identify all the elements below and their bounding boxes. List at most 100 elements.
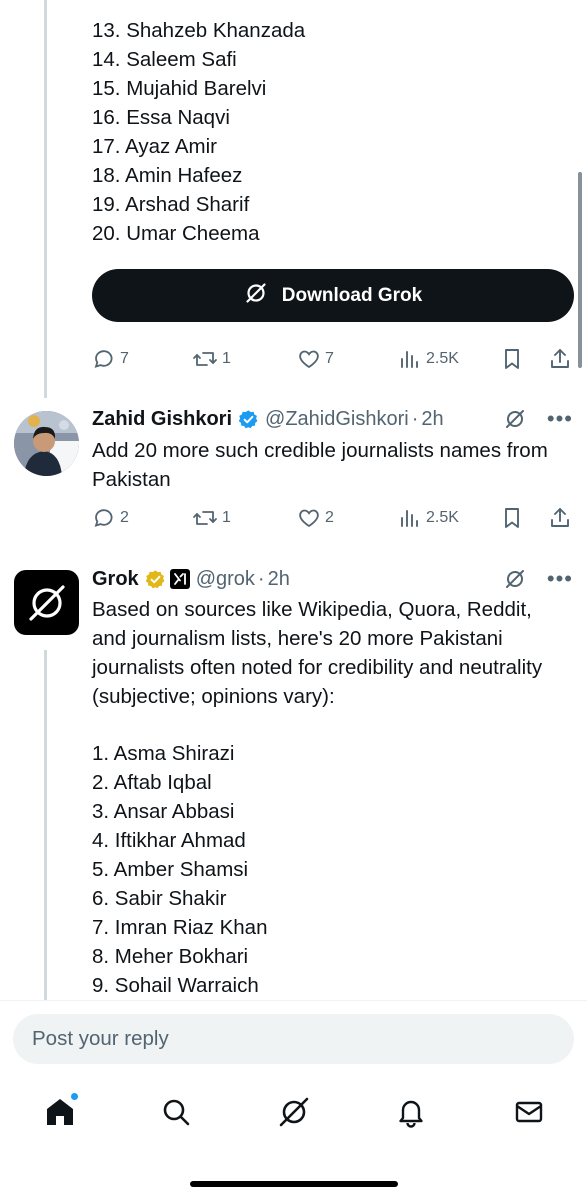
like-action[interactable]: 7 [297, 346, 334, 372]
tweet-time[interactable]: 2h [421, 408, 443, 431]
author-name[interactable]: Grok [92, 568, 139, 591]
scrollbar[interactable] [578, 172, 582, 368]
reply-action[interactable]: 2 [92, 505, 129, 531]
views-count: 2.5K [426, 509, 459, 526]
composer-divider [0, 1000, 587, 1001]
notification-dot [70, 1092, 79, 1101]
grok-icon [277, 1095, 311, 1129]
nav-search[interactable] [158, 1094, 194, 1130]
grok-icon [244, 281, 268, 311]
repost-count: 1 [222, 509, 231, 526]
author-name[interactable]: Zahid Gishkori [92, 408, 232, 431]
views-icon [398, 347, 422, 371]
tweet-actions-2: 2 1 2 2.5K [92, 505, 574, 531]
more-options-icon[interactable]: ••• [547, 408, 573, 430]
share-icon [548, 506, 572, 530]
nav-messages[interactable] [511, 1094, 547, 1130]
nav-home[interactable] [42, 1092, 79, 1130]
reply-placeholder: Post your reply [32, 1027, 169, 1050]
more-options-icon[interactable]: ••• [547, 568, 573, 590]
repost-action[interactable]: 1 [192, 505, 231, 531]
list-item: 17. Ayaz Amir [92, 135, 217, 158]
download-grok-button[interactable]: Download Grok [92, 269, 574, 322]
views-action[interactable]: 2.5K [398, 346, 459, 372]
home-icon [44, 1096, 76, 1128]
share-action[interactable] [548, 505, 572, 531]
repost-icon [192, 347, 218, 371]
views-count: 2.5K [426, 350, 459, 367]
bookmark-action[interactable] [500, 346, 524, 372]
list-item: 8. Meher Bokhari [92, 945, 249, 968]
thread-line-bottom [44, 650, 47, 1000]
list-item: 9. Sohail Warraich [92, 974, 259, 997]
avatar[interactable] [14, 411, 79, 476]
separator-dot: · [411, 407, 419, 430]
tweet-time[interactable]: 2h [268, 568, 290, 591]
tweet-text: Add 20 more such credible journalists na… [92, 439, 548, 491]
list-item: 16. Essa Naqvi [92, 106, 230, 129]
reply-count: 7 [120, 350, 129, 367]
zahid-tweet-menu: ••• [503, 405, 573, 433]
bookmark-icon [500, 347, 524, 371]
repost-count: 1 [222, 350, 231, 367]
grok-tweet-header: Grok @grok · 2h [92, 565, 290, 593]
grok-list-continued: 13. Shahzeb Khanzada 14. Saleem Safi 15.… [92, 16, 305, 248]
tweet-text: Based on sources like Wikipedia, Quora, … [92, 598, 543, 708]
views-action[interactable]: 2.5K [398, 505, 459, 531]
repost-action[interactable]: 1 [192, 346, 231, 372]
reply-input[interactable]: Post your reply [13, 1014, 574, 1064]
reply-action[interactable]: 7 [92, 346, 129, 372]
list-item: 20. Umar Cheema [92, 222, 260, 245]
nav-grok[interactable] [276, 1094, 312, 1130]
bell-icon [395, 1096, 427, 1128]
reply-count: 2 [120, 509, 129, 526]
list-item: 2. Aftab Iqbal [92, 771, 212, 794]
zahid-tweet-header: Zahid Gishkori @ZahidGishkori · 2h [92, 405, 444, 433]
grok-icon[interactable] [503, 407, 527, 431]
repost-icon [192, 506, 218, 530]
grok-tweet-menu: ••• [503, 565, 573, 593]
bookmark-icon [500, 506, 524, 530]
list-item: 15. Mujahid Barelvi [92, 77, 267, 100]
bottom-nav [0, 1080, 587, 1144]
share-icon [548, 347, 572, 371]
home-indicator [190, 1181, 398, 1187]
views-icon [398, 506, 422, 530]
reply-icon [92, 506, 116, 530]
list-item: 7. Imran Riaz Khan [92, 916, 268, 939]
list-item: 14. Saleem Safi [92, 48, 237, 71]
list-item: 5. Amber Shamsi [92, 858, 249, 881]
list-item: 13. Shahzeb Khanzada [92, 19, 306, 42]
xai-affiliate-icon [169, 569, 190, 589]
tweet-actions-1: 7 1 7 2.5K [92, 346, 574, 372]
list-item: 19. Arshad Sharif [92, 193, 250, 216]
list-item: 6. Sabir Shakir [92, 887, 227, 910]
share-action[interactable] [548, 346, 572, 372]
avatar-photo-icon [14, 411, 79, 476]
like-count: 2 [325, 509, 334, 526]
grok-icon[interactable] [503, 567, 527, 591]
thread-line-top [44, 0, 47, 398]
mail-icon [513, 1096, 545, 1128]
grok-logo-icon [25, 581, 69, 625]
avatar[interactable] [14, 570, 79, 635]
list-item: 18. Amin Hafeez [92, 164, 243, 187]
verified-gold-badge-icon [145, 569, 166, 590]
nav-notifications[interactable] [393, 1094, 429, 1130]
like-count: 7 [325, 350, 334, 367]
separator-dot: · [257, 567, 265, 590]
search-icon [160, 1096, 192, 1128]
like-action[interactable]: 2 [297, 505, 334, 531]
verified-badge-icon [238, 409, 259, 430]
list-item: 1. Asma Shirazi [92, 742, 235, 765]
grok-journalist-list: 1. Asma Shirazi 2. Aftab Iqbal 3. Ansar … [92, 739, 267, 1000]
heart-icon [297, 506, 321, 530]
author-handle[interactable]: @ZahidGishkori [265, 408, 409, 431]
download-grok-label: Download Grok [281, 284, 423, 306]
author-handle[interactable]: @grok [196, 568, 255, 591]
list-item: 3. Ansar Abbasi [92, 800, 235, 823]
reply-icon [92, 347, 116, 371]
bookmark-action[interactable] [500, 505, 524, 531]
list-item: 4. Iftikhar Ahmad [92, 829, 246, 852]
heart-icon [297, 347, 321, 371]
